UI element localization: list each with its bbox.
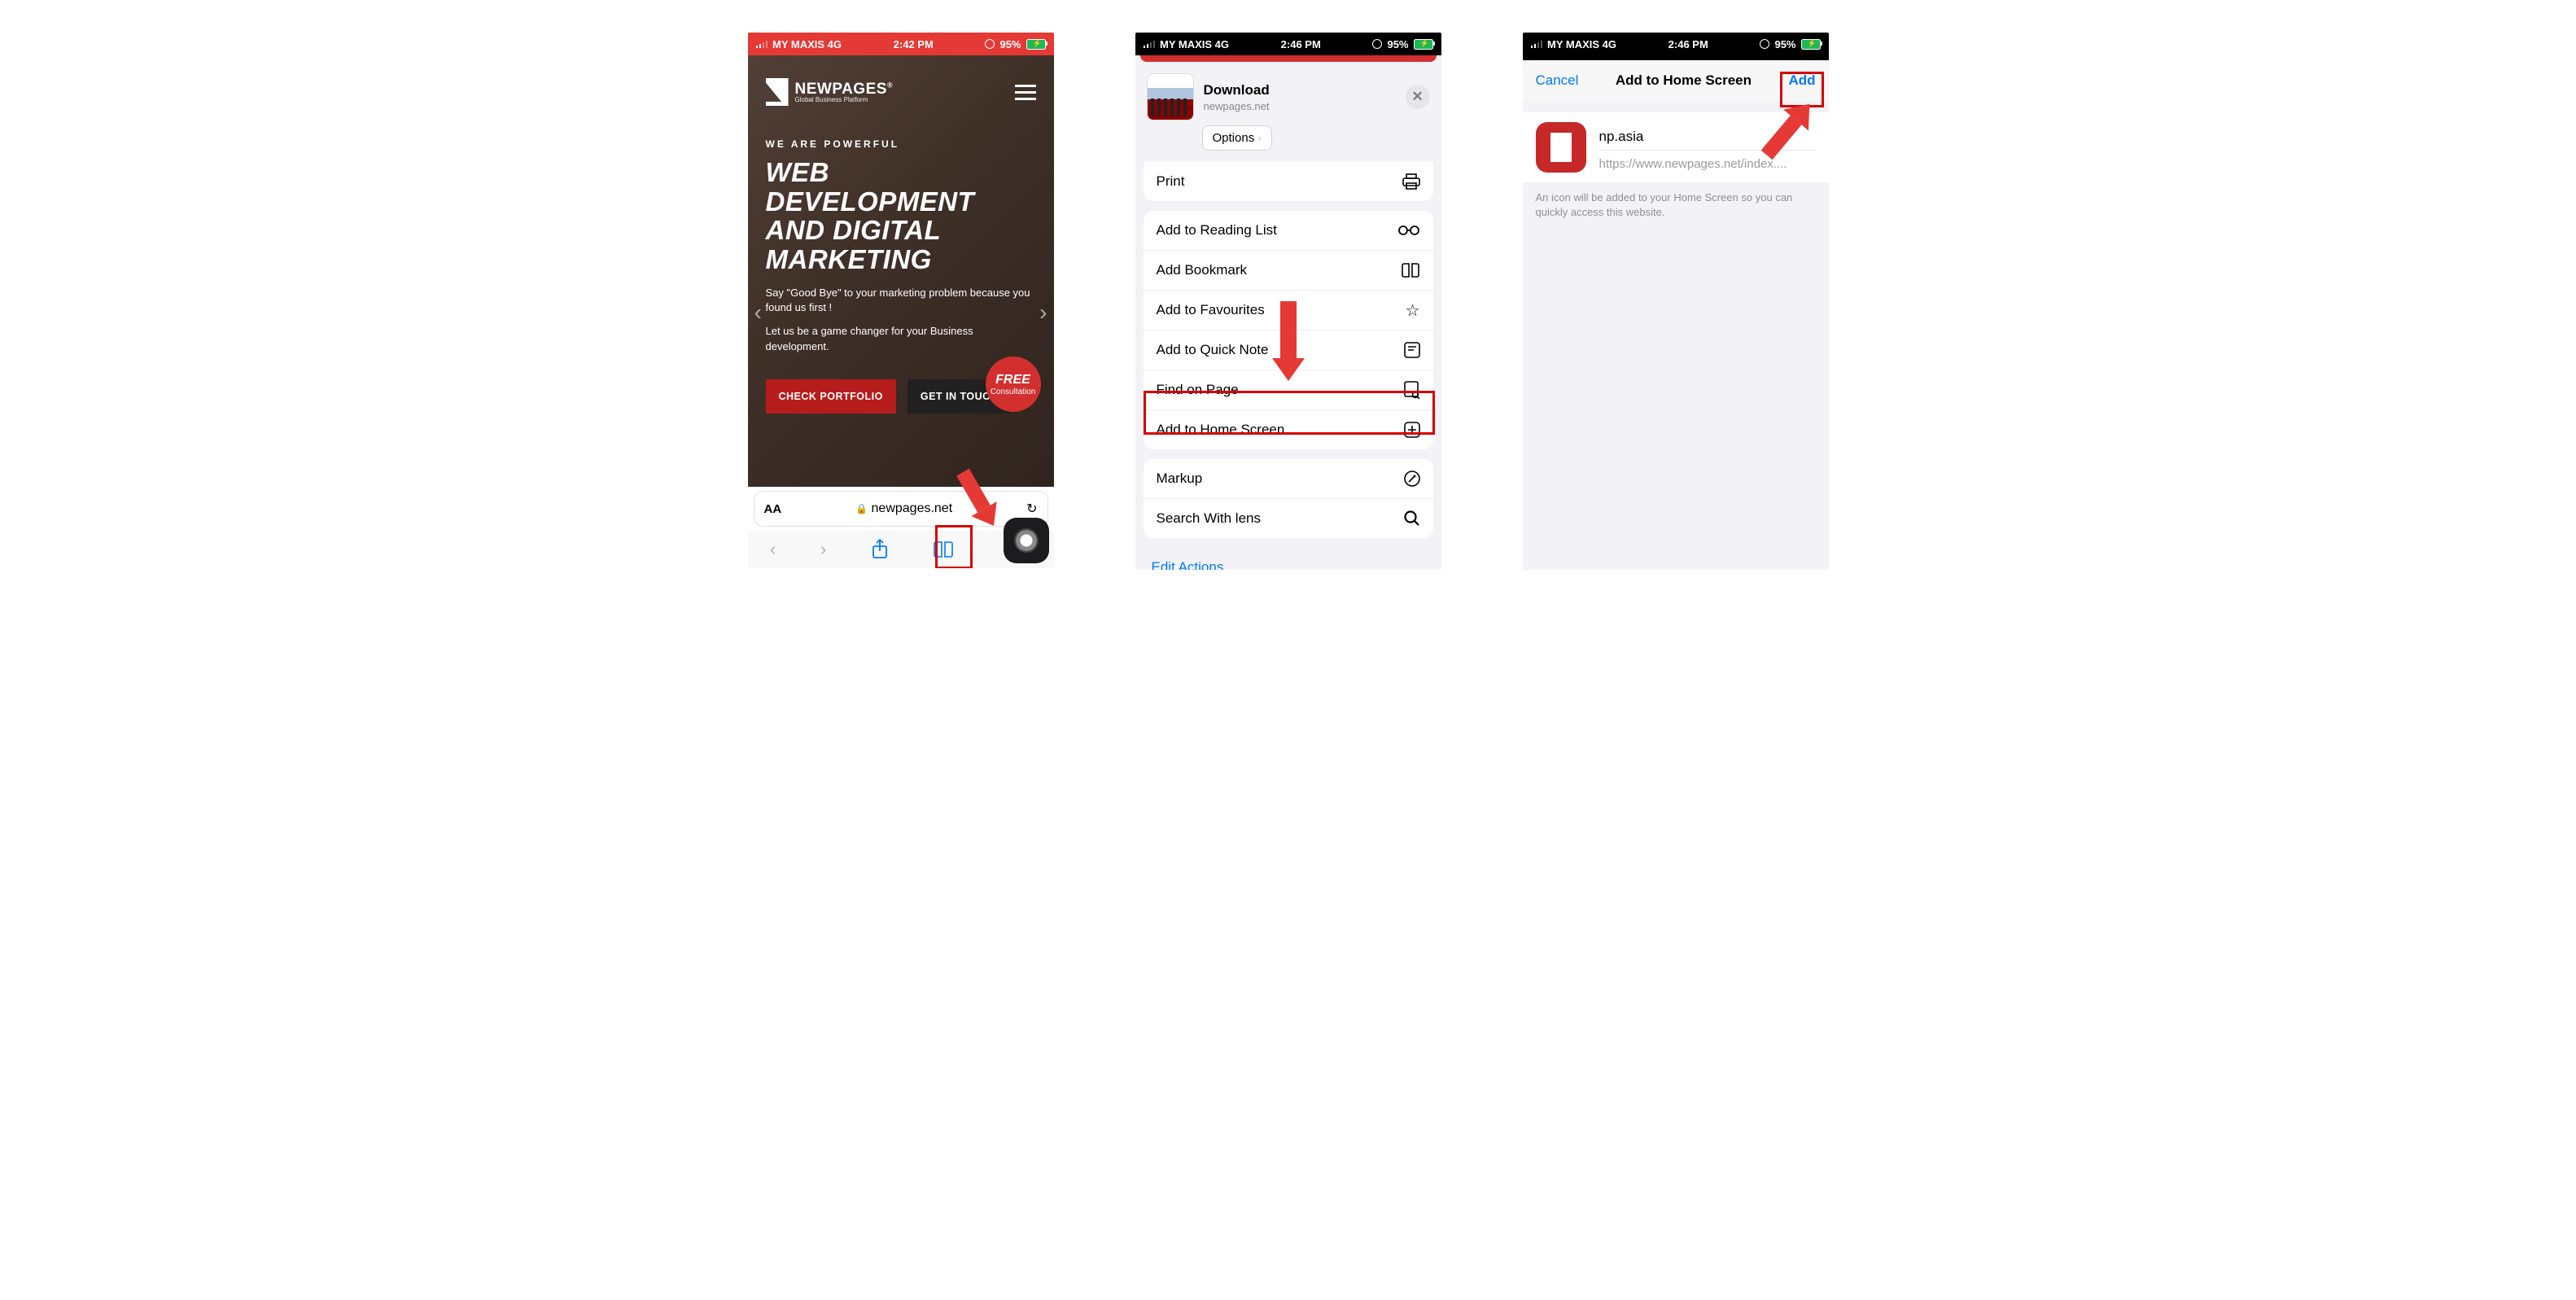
- hero-copy-2: Let us be a game changer for your Busine…: [766, 324, 1036, 355]
- carrier-label: MY MAXIS 4G: [1160, 38, 1229, 50]
- markup-row[interactable]: Markup: [1144, 459, 1433, 498]
- rotation-lock-icon: [1760, 39, 1769, 49]
- rotation-lock-icon: [985, 39, 995, 49]
- modal-title: Add to Home Screen: [1616, 72, 1752, 89]
- logo-icon: [766, 78, 789, 106]
- markup-icon: [1404, 471, 1420, 487]
- next-slide-icon[interactable]: ›: [1039, 300, 1047, 326]
- action-group: Markup Search With lens: [1144, 459, 1433, 538]
- search-lens-row[interactable]: Search With lens: [1144, 498, 1433, 538]
- hero-headline: WEB DEVELOPMENT AND DIGITAL MARKETING: [766, 158, 1036, 274]
- action-group: Print: [1144, 162, 1433, 201]
- print-icon: [1402, 173, 1420, 190]
- battery-percent: 95%: [1774, 38, 1795, 50]
- site-logo[interactable]: NEWPAGES® Global Business Platform: [766, 78, 894, 106]
- signal-icon: [1144, 40, 1156, 48]
- url-label: 🔒 newpages.net: [788, 501, 1020, 516]
- shortcut-url: https://www.newpages.net/index....: [1599, 151, 1816, 171]
- shortcut-name-field[interactable]: np.asia: [1599, 124, 1816, 151]
- check-portfolio-button[interactable]: CHECK PORTFOLIO: [766, 379, 896, 414]
- book-icon: [1401, 263, 1420, 278]
- reload-icon[interactable]: ↻: [1026, 501, 1037, 517]
- reading-list-row[interactable]: Add to Reading List: [1144, 211, 1433, 250]
- signal-icon: [756, 40, 768, 48]
- battery-percent: 95%: [999, 38, 1021, 50]
- close-icon[interactable]: ✕: [1406, 85, 1430, 109]
- carrier-label: MY MAXIS 4G: [772, 38, 842, 50]
- share-title: Download: [1204, 82, 1396, 98]
- rotation-lock-icon: [1372, 39, 1382, 49]
- hint-text: An icon will be added to your Home Scree…: [1523, 182, 1829, 227]
- battery-percent: 95%: [1387, 38, 1408, 50]
- favourites-row[interactable]: Add to Favourites☆: [1144, 290, 1433, 330]
- carrier-label: MY MAXIS 4G: [1547, 38, 1616, 50]
- phone-add-home-screen: MY MAXIS 4G 2:46 PM 95% ⚡ Cancel Add to H…: [1523, 33, 1829, 570]
- share-header: Download newpages.net ✕: [1135, 62, 1441, 129]
- sheet-backdrop: [1140, 55, 1437, 62]
- share-subtitle: newpages.net: [1204, 100, 1396, 112]
- forward-icon[interactable]: ›: [820, 539, 826, 560]
- shortcut-row: np.asia https://www.newpages.net/index..…: [1523, 112, 1829, 182]
- assistive-touch-icon[interactable]: [1004, 518, 1049, 563]
- print-row[interactable]: Print: [1144, 162, 1433, 201]
- status-time: 2:46 PM: [1229, 38, 1372, 50]
- app-icon: [1536, 122, 1586, 173]
- status-bar: MY MAXIS 4G 2:46 PM 95% ⚡: [1523, 33, 1829, 55]
- bookmark-row[interactable]: Add Bookmark: [1144, 250, 1433, 290]
- prev-slide-icon[interactable]: ‹: [754, 300, 762, 326]
- back-icon[interactable]: ‹: [770, 539, 776, 560]
- battery-icon: ⚡: [1026, 39, 1046, 50]
- address-bar[interactable]: AA 🔒 newpages.net ↻: [754, 492, 1047, 526]
- phone-share-sheet: MY MAXIS 4G 2:46 PM 95% ⚡ Download newpag…: [1135, 33, 1441, 570]
- search-icon: [1404, 510, 1420, 527]
- webpage-hero: NEWPAGES® Global Business Platform WE AR…: [748, 55, 1054, 487]
- share-icon[interactable]: [871, 539, 889, 560]
- battery-icon: ⚡: [1414, 39, 1433, 50]
- cancel-button[interactable]: Cancel: [1536, 72, 1579, 89]
- menu-icon[interactable]: [1015, 85, 1036, 100]
- annotation-box-home-screen: [1144, 391, 1435, 435]
- hero-copy-1: Say "Good Bye" to your marketing problem…: [766, 286, 1036, 317]
- status-time: 2:46 PM: [1616, 38, 1760, 50]
- star-icon: ☆: [1406, 300, 1420, 321]
- glasses-icon: [1397, 225, 1420, 236]
- hero-kicker: WE ARE POWERFUL: [766, 138, 1036, 150]
- annotation-box-add: [1780, 72, 1824, 107]
- annotation-box-share: [935, 525, 973, 568]
- edit-actions-button[interactable]: Edit Actions…: [1135, 548, 1441, 570]
- free-badge[interactable]: FREEConsultation: [986, 357, 1041, 412]
- status-time: 2:42 PM: [842, 38, 985, 50]
- status-bar: MY MAXIS 4G 2:42 PM 95% ⚡: [748, 33, 1054, 55]
- phone-safari-page: MY MAXIS 4G 2:42 PM 95% ⚡ NEWPAGES® Globa…: [748, 33, 1054, 568]
- battery-icon: ⚡: [1801, 39, 1821, 50]
- note-icon: [1404, 342, 1420, 358]
- signal-icon: [1531, 40, 1543, 48]
- page-thumbnail: [1147, 73, 1194, 120]
- status-bar: MY MAXIS 4G 2:46 PM 95% ⚡: [1135, 33, 1441, 55]
- quick-note-row[interactable]: Add to Quick Note: [1144, 330, 1433, 370]
- options-button[interactable]: Options›: [1202, 125, 1272, 151]
- text-size-icon[interactable]: AA: [764, 502, 782, 516]
